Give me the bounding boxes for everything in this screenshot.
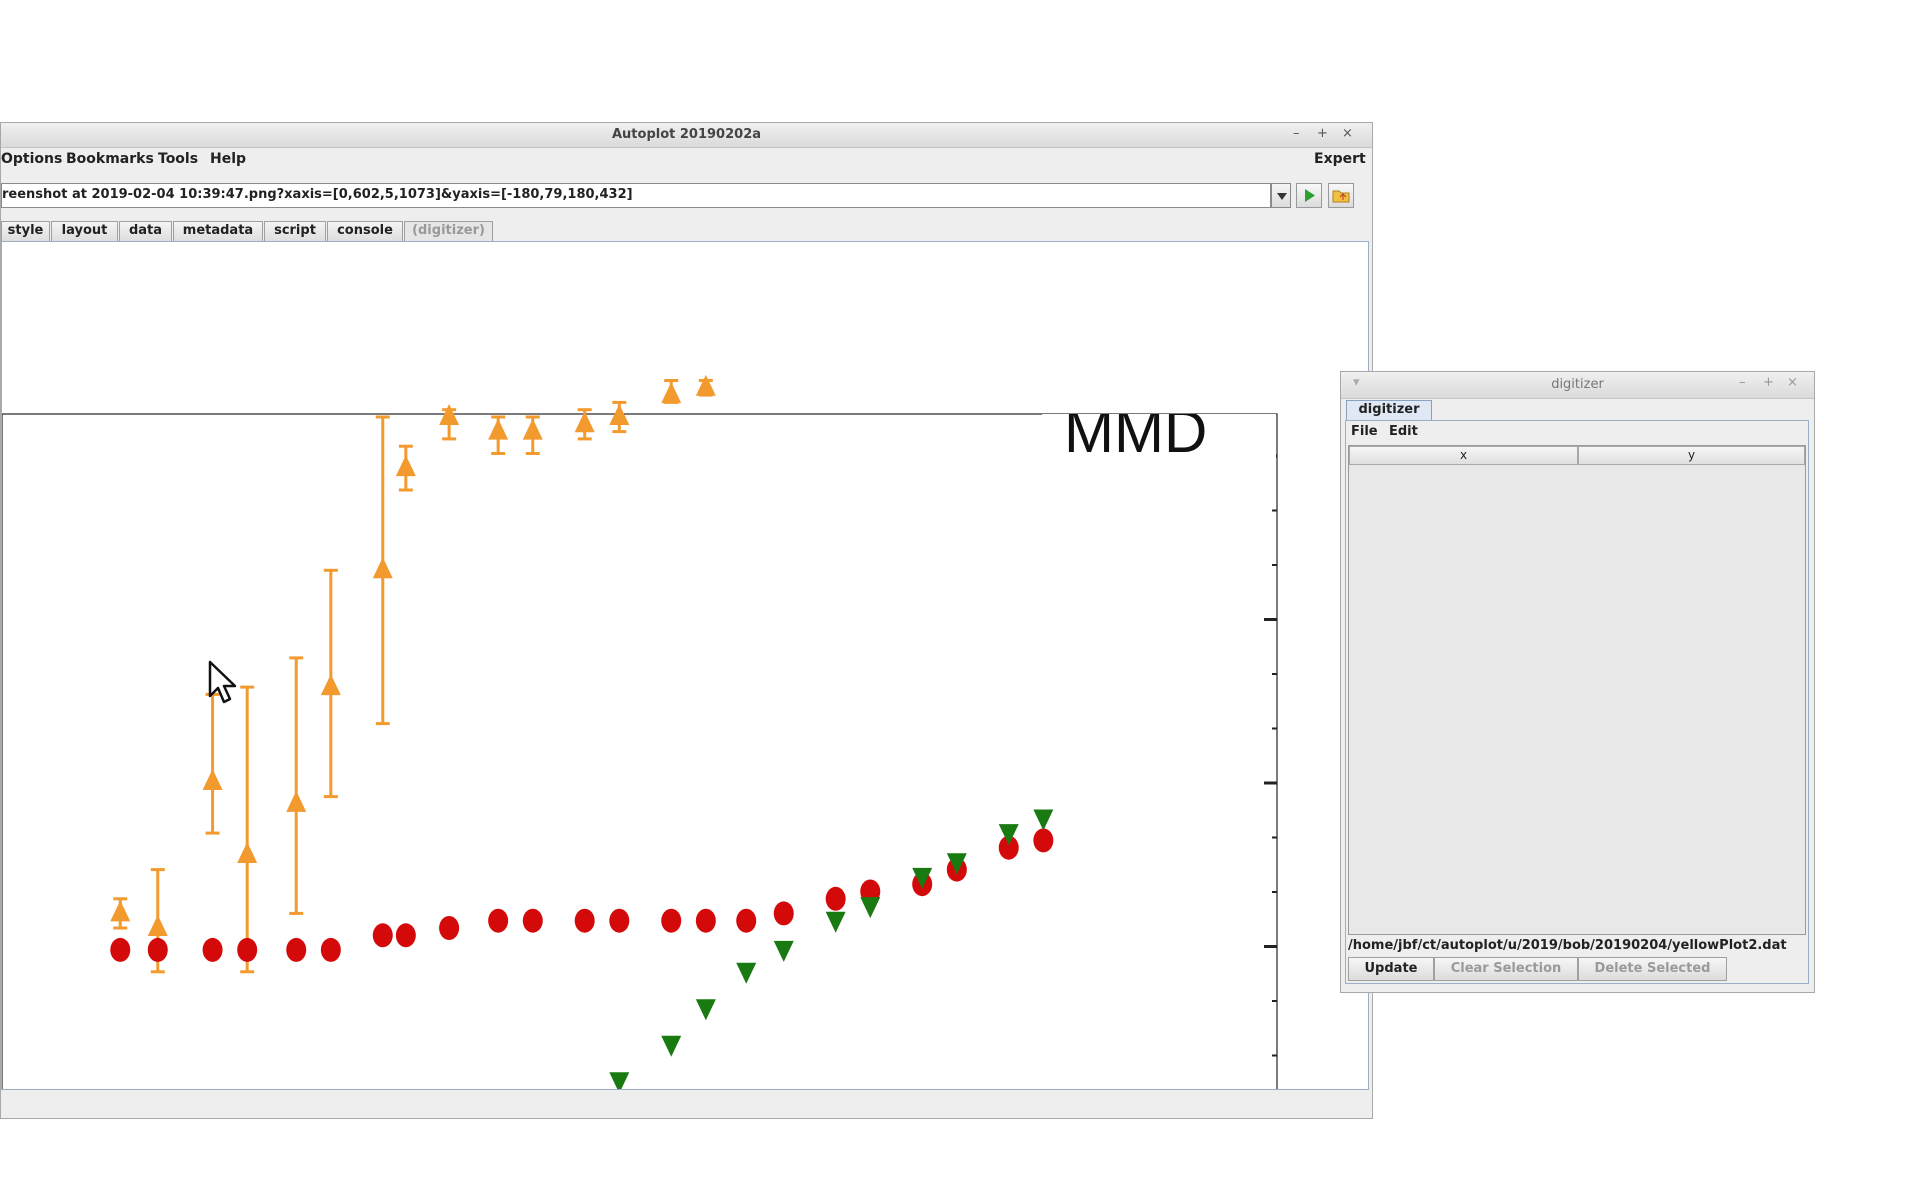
tab-metadata[interactable]: metadata	[173, 221, 263, 241]
close-icon[interactable]: ×	[1342, 126, 1353, 141]
status-bar	[1, 1093, 1369, 1115]
maximize-icon[interactable]: +	[1763, 375, 1774, 390]
points-table[interactable]: x y	[1348, 445, 1806, 935]
menu-tools[interactable]: Tools	[158, 151, 198, 167]
tab-layout[interactable]: layout	[51, 221, 118, 241]
expert-menu[interactable]: Expert	[1314, 151, 1366, 167]
open-file-button[interactable]	[1328, 183, 1354, 208]
tab-digitizer-panel[interactable]: digitizer	[1346, 400, 1432, 420]
data-point-circle	[522, 908, 543, 933]
digitizer-window: ▾ digitizer – + × digitizer File Edit x …	[1340, 371, 1815, 993]
menu-help[interactable]: Help	[210, 151, 246, 167]
menubar: Options Bookmarks Tools Help Expert	[1, 148, 1372, 170]
data-point-circle	[147, 937, 168, 962]
menu-options[interactable]: Options	[1, 151, 62, 167]
data-point-circle	[320, 937, 341, 962]
data-point-circle	[695, 908, 716, 933]
image-label-mmd: MMD	[1064, 398, 1207, 465]
data-point-circle	[773, 901, 794, 926]
data-point-circle	[609, 908, 630, 933]
data-point-circle	[110, 937, 131, 962]
column-header-x[interactable]: x	[1349, 446, 1578, 465]
data-point-circle	[825, 886, 846, 911]
data-point-circle	[286, 937, 307, 962]
data-point-circle	[574, 908, 595, 933]
plot-frame	[2, 413, 1278, 1089]
url-history-dropdown[interactable]	[1271, 183, 1291, 208]
close-icon[interactable]: ×	[1787, 375, 1798, 390]
maximize-icon[interactable]: +	[1317, 126, 1328, 141]
column-header-y[interactable]: y	[1578, 446, 1805, 465]
menu-edit[interactable]: Edit	[1389, 424, 1418, 439]
output-file-path: /home/jbf/ct/autoplot/u/2019/bob/2019020…	[1348, 938, 1787, 953]
mouse-cursor-icon	[208, 660, 237, 704]
digitizer-panel: File Edit x y /home/jbf/ct/autoplot/u/20…	[1345, 420, 1809, 984]
menu-file[interactable]: File	[1351, 424, 1378, 439]
go-button[interactable]	[1296, 183, 1322, 208]
menu-bookmarks[interactable]: Bookmarks	[66, 151, 154, 167]
window-title: Autoplot 20190202a	[611, 127, 762, 142]
data-point-circle	[395, 923, 416, 948]
data-point-circle	[488, 908, 509, 933]
tab-console[interactable]: console	[327, 221, 403, 241]
autoplot-titlebar[interactable]: Autoplot 20190202a – + ×	[1, 123, 1372, 148]
play-icon	[1305, 189, 1315, 202]
digitizer-menubar: File Edit	[1346, 421, 1808, 443]
data-point-circle	[439, 916, 460, 940]
data-source-url-input[interactable]: reenshot at 2019-02-04 10:39:47.png?xaxi…	[1, 183, 1271, 208]
update-button[interactable]: Update	[1348, 957, 1434, 981]
plot-canvas[interactable]: 1234 MMD	[2, 242, 1368, 1089]
tab-style[interactable]: style	[1, 221, 50, 241]
data-point-circle	[661, 908, 682, 933]
data-point-circle	[1033, 828, 1054, 853]
data-point-circle	[237, 937, 258, 962]
tab-digitizer[interactable]: (digitizer)	[404, 221, 493, 241]
data-point-triangle-up	[661, 382, 682, 404]
minimize-icon[interactable]: –	[1739, 375, 1746, 390]
delete-selected-button[interactable]: Delete Selected	[1578, 957, 1727, 981]
autoplot-window: Autoplot 20190202a – + × Options Bookmar…	[0, 122, 1373, 1119]
data-point-circle	[736, 908, 757, 933]
folder-icon	[1332, 190, 1350, 203]
tab-data[interactable]: data	[119, 221, 172, 241]
data-point-circle	[202, 937, 223, 962]
data-point-triangle-up	[695, 374, 716, 396]
canvas-panel: 1234 MMD	[1, 241, 1369, 1090]
data-point-circle	[372, 923, 393, 948]
digitizer-titlebar[interactable]: ▾ digitizer – + ×	[1341, 372, 1814, 399]
tab-script[interactable]: script	[264, 221, 326, 241]
minimize-icon[interactable]: –	[1293, 126, 1300, 141]
clear-selection-button[interactable]: Clear Selection	[1434, 957, 1578, 981]
